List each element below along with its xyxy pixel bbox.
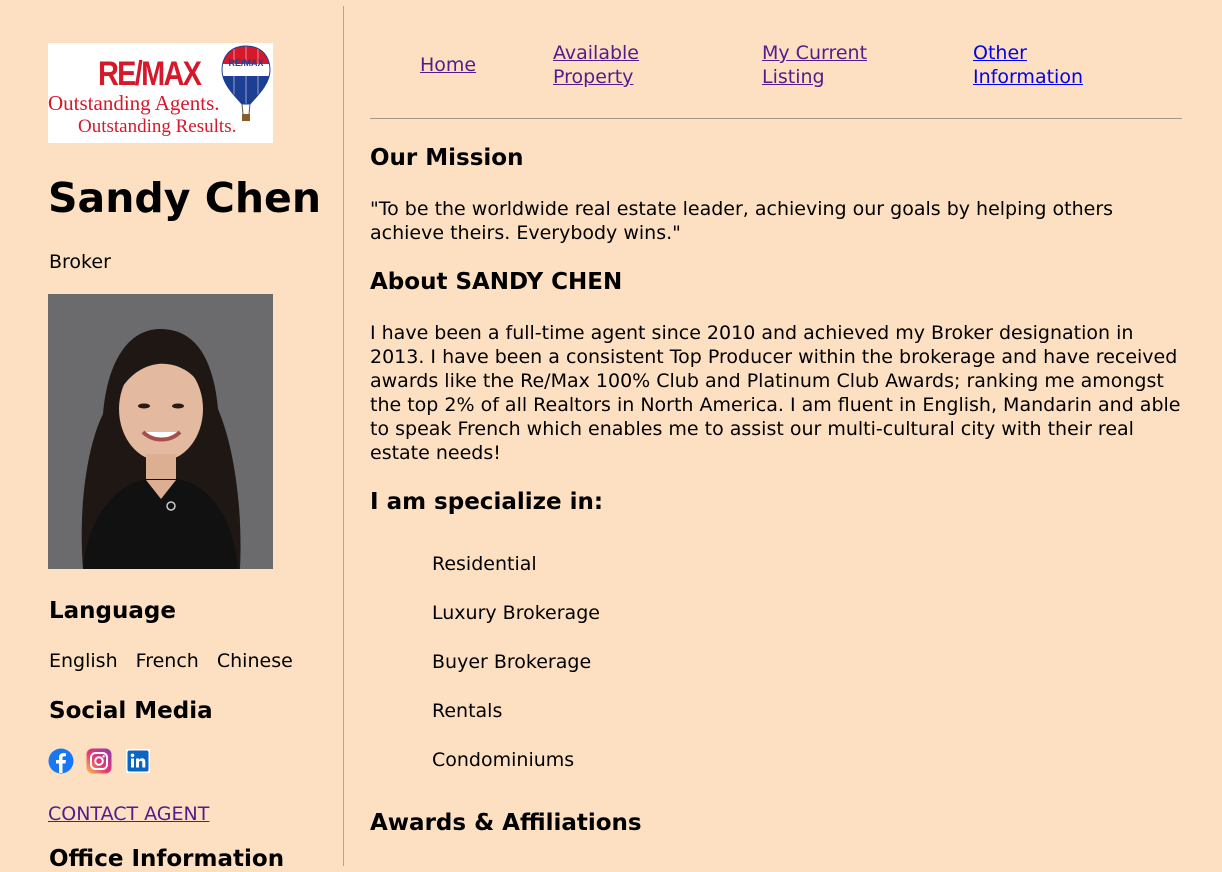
specialty-item: Condominiums — [432, 749, 575, 771]
language-heading: Language — [49, 598, 176, 624]
agent-portrait-image — [48, 294, 273, 569]
agent-title: Broker — [49, 251, 111, 273]
language-list: English French Chinese — [49, 650, 305, 672]
about-text: I have been a full-time agent since 2010… — [370, 322, 1181, 464]
nav-label: Home — [420, 54, 477, 76]
specialty-item: Luxury Brokerage — [432, 602, 600, 624]
logo-brand-text: RE/MAX — [98, 55, 202, 93]
instagram-icon[interactable] — [86, 748, 112, 774]
language-item: English — [49, 650, 118, 672]
mission-text: "To be the worldwide real estate leader,… — [370, 198, 1114, 244]
specialty-item: Rentals — [432, 700, 503, 722]
nav-label: Property — [553, 66, 634, 88]
sidebar: RE/MAX RE/MAX Outstanding Agents. Outsta… — [0, 0, 343, 872]
column-divider — [343, 6, 344, 866]
nav-label: Information — [973, 66, 1083, 88]
nav-link-home[interactable]: Home — [420, 53, 476, 77]
linkedin-icon[interactable] — [125, 748, 151, 774]
nav-link-my-current-listing[interactable]: My Current Listing — [762, 41, 867, 89]
remax-logo[interactable]: RE/MAX RE/MAX Outstanding Agents. Outsta… — [48, 43, 273, 143]
contact-agent-link[interactable]: CONTACT AGENT — [48, 803, 209, 825]
hot-air-balloon-icon: RE/MAX — [221, 45, 271, 121]
nav-link-available-property[interactable]: Available Property — [553, 41, 639, 89]
nav-link-other-information[interactable]: Other Information — [973, 41, 1083, 89]
specialty-item: Residential — [432, 553, 537, 575]
facebook-icon[interactable] — [48, 748, 74, 774]
awards-heading: Awards & Affiliations — [370, 810, 642, 836]
balloon-text: RE/MAX — [228, 58, 263, 68]
agent-name: Sandy Chen — [48, 174, 322, 222]
language-item: Chinese — [216, 650, 293, 672]
agent-photo — [48, 294, 273, 569]
specialize-heading: I am specialize in: — [370, 489, 604, 515]
nav-separator — [370, 118, 1182, 119]
logo-tagline-2: Outstanding Results. — [78, 116, 237, 137]
nav-label: My Current — [762, 42, 868, 64]
office-information-heading: Office Information — [49, 846, 285, 872]
social-media-heading: Social Media — [49, 698, 213, 724]
logo-tagline-1: Outstanding Agents. — [48, 91, 220, 115]
nav-label: Available — [553, 42, 640, 64]
nav-label: Listing — [762, 66, 825, 88]
nav-label: Other — [973, 42, 1027, 64]
about-heading: About SANDY CHEN — [370, 269, 623, 295]
specialty-item: Buyer Brokerage — [432, 651, 592, 673]
language-item: French — [135, 650, 199, 672]
mission-heading: Our Mission — [370, 145, 524, 171]
